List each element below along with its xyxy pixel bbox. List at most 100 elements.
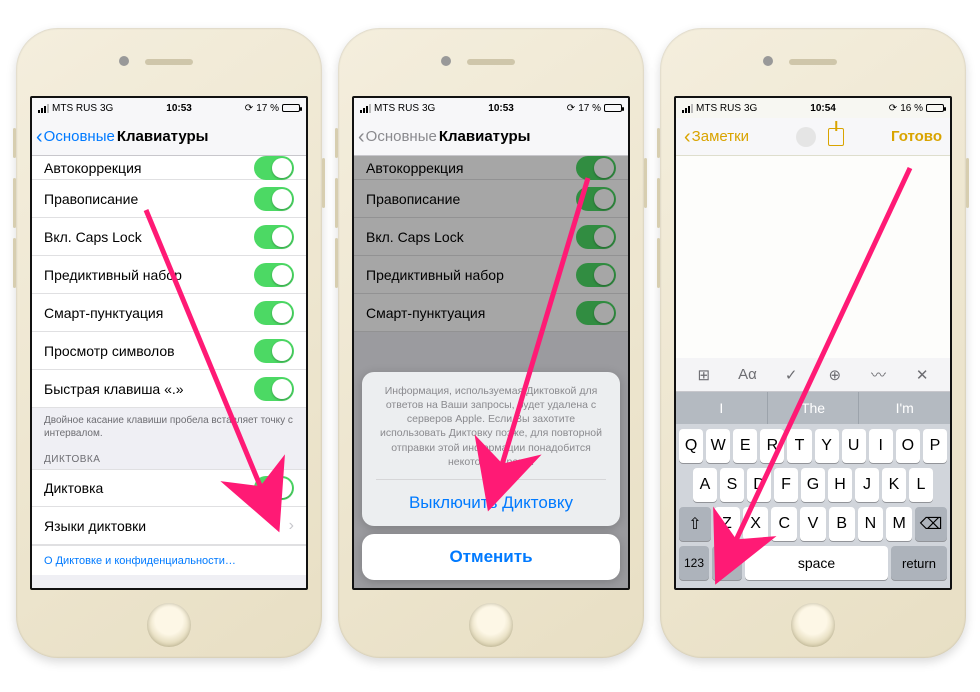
key-c[interactable]: C — [771, 507, 797, 541]
key-w[interactable]: W — [706, 429, 730, 463]
key-x[interactable]: X — [743, 507, 769, 541]
row-charpreview[interactable]: Просмотр символов — [32, 332, 306, 370]
row-dictation[interactable]: Диктовка — [32, 469, 306, 507]
key-r[interactable]: R — [760, 429, 784, 463]
backspace-key[interactable]: ⌫ — [915, 507, 947, 541]
key-b[interactable]: B — [829, 507, 855, 541]
row-capslock[interactable]: Вкл. Caps Lock — [32, 218, 306, 256]
home-button[interactable] — [791, 603, 835, 647]
navbar: ‹Заметки Готово — [676, 118, 950, 156]
toggle-predictive[interactable] — [254, 263, 294, 287]
key-z[interactable]: Z — [714, 507, 740, 541]
add-icon[interactable]: ⊕ — [822, 362, 848, 388]
toggle-shortcut[interactable] — [254, 377, 294, 401]
row-smartpunct[interactable]: Смарт-пунктуация — [32, 294, 306, 332]
globe-key[interactable]: 🌐 — [712, 546, 742, 580]
key-t[interactable]: T — [787, 429, 811, 463]
toggle-capslock[interactable] — [254, 225, 294, 249]
chevron-left-icon: ‹ — [358, 127, 365, 147]
keyboard: ⊞ Aα ✓ ⊕ 〰 ✕ I The I'm QWERTYUIOP ASDFGH… — [676, 358, 950, 588]
key-i[interactable]: I — [869, 429, 893, 463]
return-key[interactable]: return — [891, 546, 947, 580]
suggestion-3[interactable]: I'm — [859, 392, 950, 424]
row-dictation-langs[interactable]: Языки диктовки› — [32, 507, 306, 545]
key-o[interactable]: O — [896, 429, 920, 463]
phone-2: MTS RUS 3G 10:53 ⟳ 17 % ‹Основные Клавиа… — [338, 28, 644, 658]
back-button[interactable]: ‹Основные — [36, 127, 115, 147]
key-p[interactable]: P — [923, 429, 947, 463]
close-icon[interactable]: ✕ — [909, 362, 935, 388]
footer-hint: Двойное касание клавиши пробела вставляе… — [32, 408, 306, 444]
row-predictive[interactable]: Предиктивный набор — [32, 256, 306, 294]
toggle-dictation[interactable] — [254, 476, 294, 500]
signal-icon — [360, 104, 371, 113]
cancel-button[interactable]: Отменить — [362, 534, 620, 580]
network-label: 3G — [744, 103, 757, 114]
key-e[interactable]: E — [733, 429, 757, 463]
signal-icon — [38, 104, 49, 113]
disable-dictation-button[interactable]: Выключить Диктовку — [376, 479, 606, 526]
battery-percent: 17 % — [578, 103, 601, 114]
rotation-lock-icon: ⟳ — [245, 103, 253, 114]
home-button[interactable] — [469, 603, 513, 647]
suggestion-2[interactable]: The — [768, 392, 860, 424]
share-icon[interactable] — [828, 128, 844, 146]
format-toolbar: ⊞ Aα ✓ ⊕ 〰 ✕ — [676, 358, 950, 392]
draw-icon[interactable]: 〰 — [865, 362, 891, 388]
key-v[interactable]: V — [800, 507, 826, 541]
key-k[interactable]: K — [882, 468, 906, 502]
toggle-smartpunct[interactable] — [254, 301, 294, 325]
phone-3: MTS RUS 3G 10:54 ⟳ 16 % ‹Заметки Готово … — [660, 28, 966, 658]
page-title: Клавиатуры — [117, 128, 209, 145]
back-label: Основные — [44, 128, 115, 145]
key-a[interactable]: A — [693, 468, 717, 502]
phone-1: MTS RUS 3G 10:53 ⟳ 17 % ‹Основные Клавиа… — [16, 28, 322, 658]
toggle-charpreview[interactable] — [254, 339, 294, 363]
shift-key[interactable]: ⇧ — [679, 507, 711, 541]
time-label: 10:54 — [810, 103, 836, 114]
battery-icon — [926, 104, 944, 112]
screen-3: MTS RUS 3G 10:54 ⟳ 16 % ‹Заметки Готово … — [674, 96, 952, 590]
key-f[interactable]: F — [774, 468, 798, 502]
battery-icon — [604, 104, 622, 112]
carrier-label: MTS RUS — [374, 103, 419, 114]
back-button[interactable]: ‹Заметки — [684, 127, 749, 147]
statusbar: MTS RUS 3G 10:53 ⟳ 17 % — [354, 98, 628, 118]
row-autocorrect[interactable]: Автокоррекция — [32, 156, 306, 180]
done-button[interactable]: Готово — [891, 128, 942, 145]
key-n[interactable]: N — [858, 507, 884, 541]
statusbar: MTS RUS 3G 10:54 ⟳ 16 % — [676, 98, 950, 118]
key-u[interactable]: U — [842, 429, 866, 463]
toggle-autocorrect[interactable] — [254, 156, 294, 180]
table-icon[interactable]: ⊞ — [691, 362, 717, 388]
row-shortcut[interactable]: Быстрая клавиша «.» — [32, 370, 306, 408]
key-j[interactable]: J — [855, 468, 879, 502]
home-button[interactable] — [147, 603, 191, 647]
privacy-link[interactable]: О Диктовке и конфиденциальности… — [32, 545, 306, 575]
key-l[interactable]: L — [909, 468, 933, 502]
key-m[interactable]: M — [886, 507, 912, 541]
suggestion-bar: I The I'm — [676, 392, 950, 424]
navbar: ‹Основные Клавиатуры — [32, 118, 306, 156]
number-key[interactable]: 123 — [679, 546, 709, 580]
key-d[interactable]: D — [747, 468, 771, 502]
checklist-icon[interactable]: ✓ — [778, 362, 804, 388]
statusbar: MTS RUS 3G 10:53 ⟳ 17 % — [32, 98, 306, 118]
toggle-spelling[interactable] — [254, 187, 294, 211]
battery-percent: 16 % — [900, 103, 923, 114]
row-spelling[interactable]: Правописание — [32, 180, 306, 218]
space-key[interactable]: space — [745, 546, 888, 580]
key-h[interactable]: H — [828, 468, 852, 502]
screen-1: MTS RUS 3G 10:53 ⟳ 17 % ‹Основные Клавиа… — [30, 96, 308, 590]
key-q[interactable]: Q — [679, 429, 703, 463]
key-g[interactable]: G — [801, 468, 825, 502]
collaborate-icon[interactable] — [796, 127, 816, 147]
screen-2: MTS RUS 3G 10:53 ⟳ 17 % ‹Основные Клавиа… — [352, 96, 630, 590]
key-s[interactable]: S — [720, 468, 744, 502]
battery-percent: 17 % — [256, 103, 279, 114]
signal-icon — [682, 104, 693, 113]
key-y[interactable]: Y — [815, 429, 839, 463]
suggestion-1[interactable]: I — [676, 392, 768, 424]
time-label: 10:53 — [488, 103, 514, 114]
textformat-icon[interactable]: Aα — [734, 362, 760, 388]
